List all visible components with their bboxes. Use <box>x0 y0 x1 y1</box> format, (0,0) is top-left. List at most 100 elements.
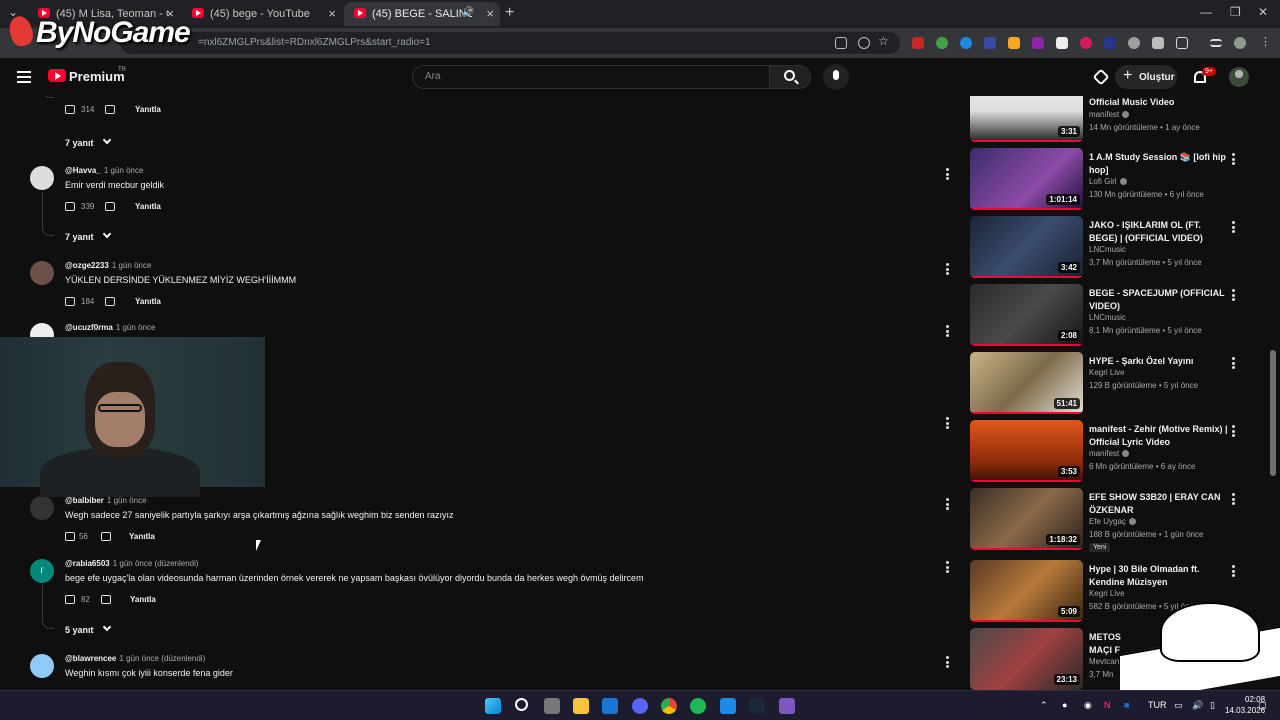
like-icon[interactable] <box>65 297 75 306</box>
more-options-icon[interactable] <box>1232 425 1235 437</box>
channel-name[interactable]: Kegri Live <box>1089 368 1125 377</box>
video-thumbnail[interactable]: 1:01:14 <box>970 148 1083 210</box>
file-explorer-icon[interactable] <box>573 698 589 714</box>
channel-name[interactable]: LNCmusic <box>1089 245 1126 254</box>
spotify-icon[interactable] <box>690 698 706 714</box>
chrome-icon[interactable] <box>661 698 677 714</box>
dislike-icon[interactable] <box>105 202 115 211</box>
video-title[interactable]: BEGE - SPACEJUMP (OFFICIAL VIDEO) <box>1089 287 1229 313</box>
close-tab-icon[interactable]: × <box>328 6 336 21</box>
avatar[interactable] <box>30 261 54 285</box>
scrollbar-thumb[interactable] <box>1270 350 1276 476</box>
video-thumbnail[interactable]: 3:31 <box>970 96 1083 142</box>
recommendation-item[interactable]: 2:08 BEGE - SPACEJUMP (OFFICIAL VIDEO) L… <box>970 284 1255 350</box>
extension-icon[interactable] <box>912 37 924 49</box>
extension-icon[interactable] <box>1152 37 1164 49</box>
comment-author[interactable]: @rabia6503 1 gün önce (düzenlendi) <box>65 559 199 568</box>
video-title[interactable]: 1 A.M Study Session 📚 [lofi hip hop] <box>1089 151 1229 177</box>
replies-toggle[interactable]: 7 yanıt <box>65 229 111 242</box>
speaker-icon[interactable]: 🔊 <box>462 7 474 18</box>
recommendation-item[interactable]: 51:41 HYPE - Şarkı Özel Yayını Kegri Liv… <box>970 352 1255 418</box>
recommendation-item[interactable]: 3:42 JAKO - IŞIKLARIM OL (FT. BEGE) | (O… <box>970 216 1255 282</box>
video-title[interactable]: Hype | 30 Bile Olmadan ft. Kendine Müzis… <box>1089 563 1229 589</box>
browser-tab-3-active[interactable]: (45) BEGE - SALINCAK FT. W 🔊 × <box>344 2 500 26</box>
video-thumbnail[interactable]: 5:09 <box>970 560 1083 622</box>
video-title[interactable]: manifest - Zehir (Motive Remix) | Offici… <box>1089 423 1229 449</box>
channel-name[interactable]: manifest <box>1089 449 1130 458</box>
avatar[interactable]: r <box>30 559 54 583</box>
reply-button[interactable]: Yanıtla <box>129 532 155 541</box>
reply-button[interactable]: Yanıtla <box>135 202 161 211</box>
comment-author[interactable]: @blawrencee 1 gün önce (düzenlendi) <box>65 654 205 663</box>
more-options-icon[interactable] <box>1232 153 1235 165</box>
video-thumbnail[interactable]: 3:42 <box>970 216 1083 278</box>
comment-author[interactable]: @ozge2233 1 gün önce <box>65 261 151 270</box>
tray-icon[interactable]: ■ <box>1124 700 1129 710</box>
account-avatar[interactable] <box>1229 67 1249 87</box>
close-window-icon[interactable]: ✕ <box>1258 5 1268 19</box>
reply-button[interactable]: Yanıtla <box>135 297 161 306</box>
search-button[interactable] <box>769 65 811 89</box>
comment-menu-icon[interactable] <box>946 168 949 180</box>
comment-menu-icon[interactable] <box>946 656 949 668</box>
video-title[interactable]: Official Music Video <box>1089 96 1229 109</box>
like-icon[interactable] <box>65 595 75 604</box>
search-box[interactable] <box>412 65 770 89</box>
ai-sparkle-icon[interactable] <box>1092 68 1110 86</box>
video-title[interactable]: HYPE - Şarkı Özel Yayını <box>1089 355 1229 368</box>
youtube-brand[interactable]: Premium <box>69 69 125 84</box>
recommendation-item[interactable]: 3:31 Official Music Video manifest 14 Mn… <box>970 96 1255 146</box>
maximize-icon[interactable]: ❐ <box>1230 5 1241 19</box>
minimize-icon[interactable]: — <box>1200 5 1212 19</box>
video-thumbnail[interactable]: 3:53 <box>970 420 1083 482</box>
store-icon[interactable] <box>602 698 618 714</box>
comment-author[interactable]: @Havva_ 1 gün önce <box>65 166 143 175</box>
recommendation-item[interactable]: 3:53 manifest - Zehir (Motive Remix) | O… <box>970 420 1255 486</box>
tray-chevron-icon[interactable]: ⌃ <box>1040 700 1048 711</box>
channel-name[interactable]: Lofi Girl <box>1089 177 1127 186</box>
dislike-icon[interactable] <box>105 105 115 114</box>
more-menu-icon[interactable]: ⋮ <box>1260 35 1272 48</box>
reply-button[interactable]: Yanıtla <box>130 595 156 604</box>
search-input[interactable] <box>425 71 745 82</box>
channel-name[interactable]: manifest <box>1089 110 1130 119</box>
start-windows-icon[interactable] <box>485 698 501 714</box>
like-icon[interactable] <box>65 202 75 211</box>
voice-search-button[interactable] <box>823 64 849 90</box>
replies-toggle[interactable]: 5 yanıt <box>65 622 111 635</box>
like-icon[interactable] <box>65 105 75 114</box>
comment-author[interactable]: @balbiber 1 gün önce <box>65 496 147 505</box>
vscode-icon[interactable] <box>720 698 736 714</box>
tray-icon[interactable]: N <box>1104 700 1111 710</box>
dislike-icon[interactable] <box>105 297 115 306</box>
comment-author[interactable]: @ucuzf0rma 1 gün önce <box>65 323 155 332</box>
more-options-icon[interactable] <box>1232 565 1235 577</box>
replies-toggle[interactable]: 7 yanıt <box>65 135 111 148</box>
recommendation-item[interactable]: 1:01:14 1 A.M Study Session 📚 [lofi hip … <box>970 148 1255 214</box>
channel-name[interactable]: Mevtcan <box>1089 657 1119 666</box>
dislike-icon[interactable] <box>101 532 111 541</box>
avatar[interactable] <box>30 496 54 520</box>
extension-icon[interactable] <box>1032 37 1044 49</box>
channel-name[interactable]: Efe Uygaç <box>1089 517 1136 526</box>
avatar[interactable] <box>30 166 54 190</box>
youtube-logo-icon[interactable] <box>48 69 66 82</box>
search-icon[interactable] <box>515 698 528 711</box>
gamepad-icon[interactable] <box>779 698 795 714</box>
comment-menu-icon[interactable] <box>946 498 949 510</box>
language-indicator[interactable]: TUR <box>1148 700 1167 710</box>
steam-icon[interactable] <box>749 698 765 714</box>
video-thumbnail[interactable]: 1:18:32 <box>970 488 1083 550</box>
task-view-icon[interactable] <box>544 698 560 714</box>
recommendation-item[interactable]: 1:18:32 EFE SHOW S3B20 | ERAY CAN ÖZKENA… <box>970 488 1255 554</box>
video-title[interactable]: EFE SHOW S3B20 | ERAY CAN ÖZKENAR <box>1089 491 1229 517</box>
close-tab-icon[interactable]: × <box>486 6 494 21</box>
more-options-icon[interactable] <box>1232 221 1235 233</box>
reply-button[interactable]: Yanıtla <box>135 105 161 114</box>
dislike-icon[interactable] <box>101 595 111 604</box>
extension-icon[interactable] <box>984 37 996 49</box>
notification-center-icon[interactable]: ▢ <box>1258 700 1267 711</box>
extension-icon[interactable] <box>1056 37 1068 49</box>
tray-icon[interactable]: ● <box>1062 700 1067 710</box>
comment-menu-icon[interactable] <box>946 325 949 337</box>
